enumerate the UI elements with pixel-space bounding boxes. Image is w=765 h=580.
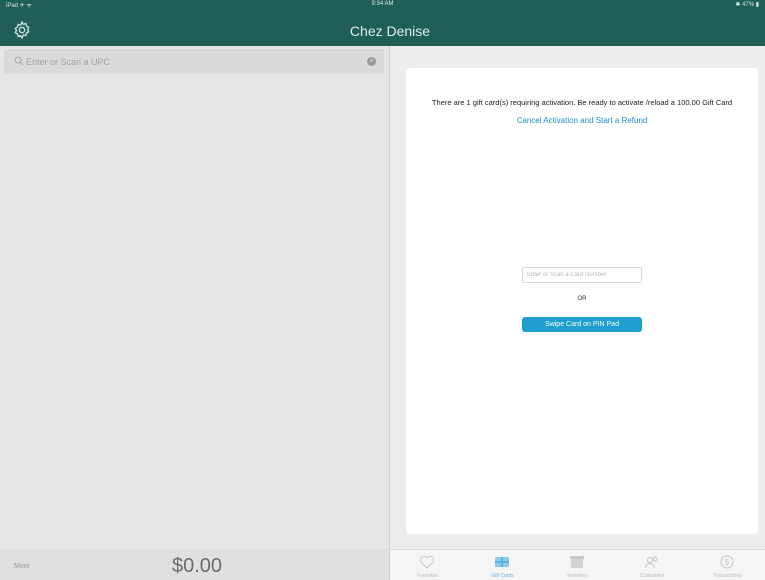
search-icon — [14, 56, 24, 66]
page-title: Chez Denise — [349, 23, 431, 39]
tab-label: Customers — [640, 573, 665, 579]
tab-favorites[interactable]: Favorites — [390, 550, 465, 580]
clear-icon[interactable]: × — [367, 57, 376, 66]
svg-text:$: $ — [725, 558, 730, 567]
tab-label: Favorites — [417, 573, 438, 579]
tab-customers[interactable]: Customers — [615, 550, 690, 580]
cart-footer: More $0.00 — [0, 549, 389, 580]
status-time: 9:34 AM — [371, 1, 394, 7]
tab-bar: Favorites Gift Cards Inventory Customers… — [390, 549, 765, 580]
dollar-icon: $ — [720, 555, 734, 569]
tab-gift-cards[interactable]: Gift Cards — [465, 550, 540, 580]
activation-message: There are 1 gift card(s) requiring activ… — [431, 98, 733, 107]
tab-inventory[interactable]: Inventory — [540, 550, 615, 580]
top-bar: iPad ✈︎ ᯤ 9:34 AM ✱ 47% ▮ Chez Denise — [0, 0, 765, 46]
tab-label: Transactions — [713, 573, 742, 579]
or-separator: OR — [577, 296, 587, 302]
tab-label: Inventory — [567, 573, 588, 579]
cart-pane: × — [0, 46, 390, 549]
box-icon — [570, 556, 584, 568]
upc-search-bar[interactable]: × — [4, 49, 384, 74]
swipe-card-button[interactable]: Swipe Card on PIN Pad — [522, 317, 642, 332]
tab-transactions[interactable]: $ Transactions — [690, 550, 765, 580]
tab-label: Gift Cards — [491, 573, 514, 579]
cart-total: $0.00 — [172, 555, 223, 577]
heart-icon — [419, 555, 435, 569]
gift-card-panel: There are 1 gift card(s) requiring activ… — [406, 68, 758, 534]
gift-card-pane: There are 1 gift card(s) requiring activ… — [390, 46, 765, 549]
customers-icon — [645, 556, 658, 569]
cancel-activation-link[interactable]: Cancel Activation and Start a Refund — [406, 116, 758, 125]
card-number-input[interactable] — [522, 267, 642, 283]
status-battery: ✱ 47% ▮ — [735, 2, 759, 8]
more-button[interactable]: More — [14, 563, 30, 570]
gift-card-icon — [495, 557, 509, 567]
upc-search-input[interactable] — [26, 53, 346, 70]
